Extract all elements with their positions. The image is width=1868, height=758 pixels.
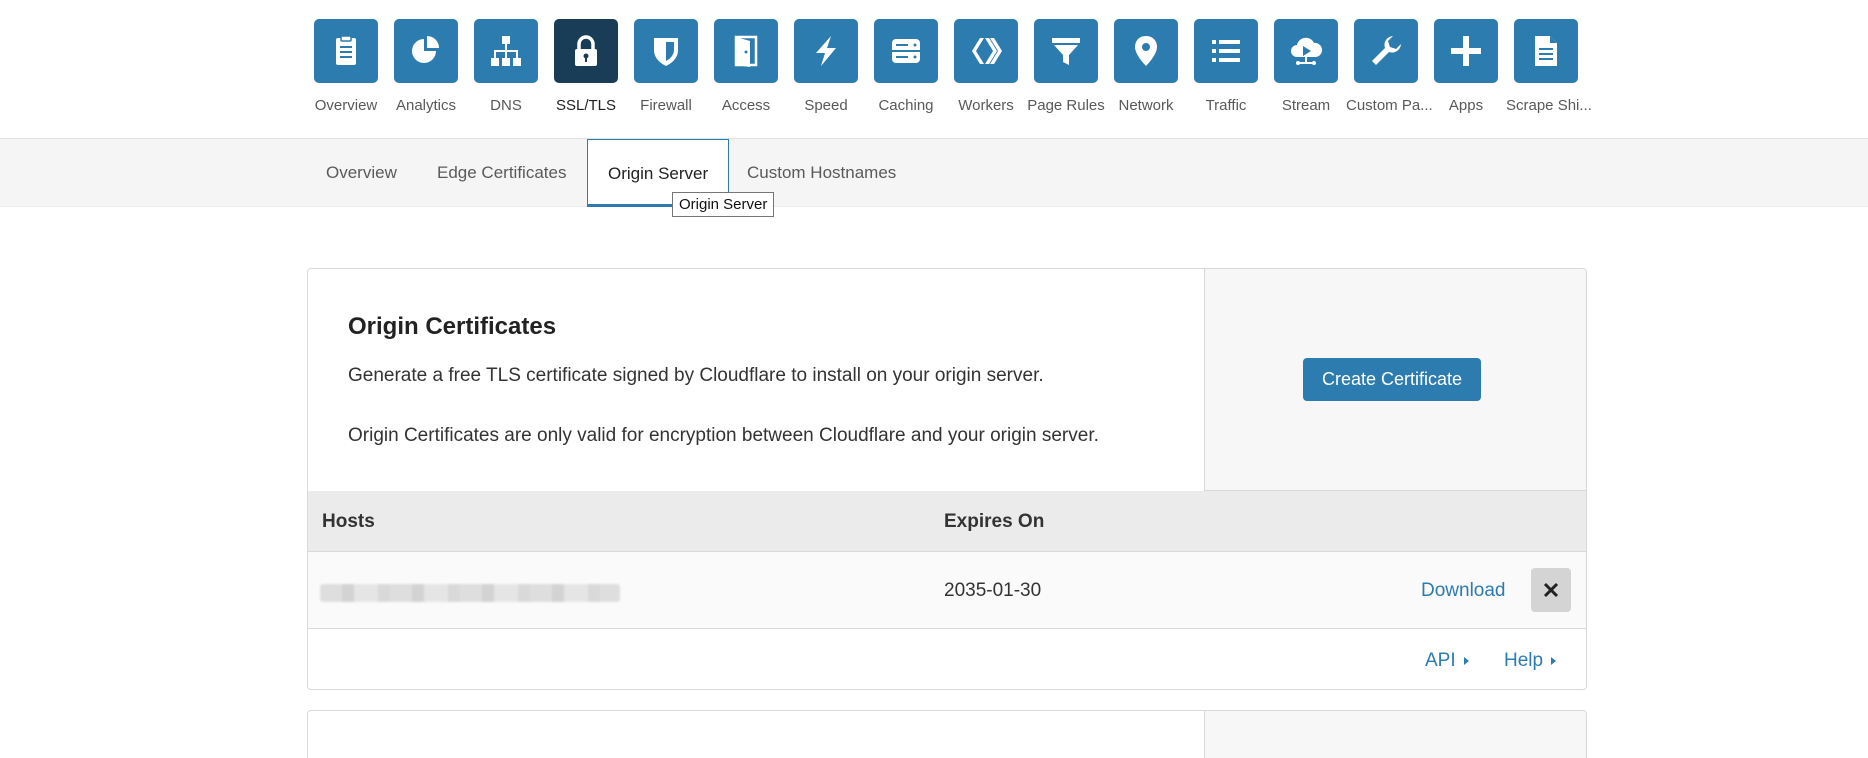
app-nav-label: Custom Pa...: [1346, 97, 1433, 114]
delete-certificate-button[interactable]: [1531, 568, 1571, 612]
app-nav-label: Overview: [314, 97, 378, 114]
help-link[interactable]: Help: [1504, 630, 1557, 689]
app-nav-label: Caching: [878, 97, 934, 114]
api-link-label: API: [1425, 650, 1456, 671]
app-nav-label: Traffic: [1205, 97, 1247, 114]
app-nav-network[interactable]: Network: [1106, 19, 1186, 114]
app-nav-scrape-shield[interactable]: Scrape Shi...: [1506, 19, 1592, 114]
wrench-icon: [1372, 36, 1401, 65]
card-description: Generate a free TLS certificate signed b…: [348, 365, 1044, 386]
app-tile: [394, 19, 458, 83]
app-tile: [1274, 19, 1338, 83]
app-nav-custom-pages[interactable]: Custom Pa...: [1346, 19, 1433, 114]
app-nav-dns[interactable]: DNS: [466, 19, 546, 114]
app-nav-page-rules[interactable]: Page Rules: [1026, 19, 1106, 114]
ssl-sub-navigation: Overview Edge Certificates Origin Server…: [0, 139, 1868, 207]
lock-icon: [575, 35, 597, 66]
app-nav-analytics[interactable]: Analytics: [386, 19, 466, 114]
app-tile: [554, 19, 618, 83]
app-nav-label: Network: [1118, 97, 1174, 114]
download-link[interactable]: Download: [1421, 552, 1506, 629]
app-navigation: Overview Analytics DNS SSL/TLS Firewall …: [0, 0, 1868, 139]
card-title: Origin Certificates: [348, 313, 557, 340]
app-nav-workers[interactable]: Workers: [946, 19, 1026, 114]
list-icon: [1212, 40, 1240, 62]
app-nav-label: Apps: [1448, 97, 1484, 114]
next-card: [307, 710, 1587, 758]
filter-icon: [1052, 38, 1080, 65]
app-tile: [714, 19, 778, 83]
app-nav-label: Speed: [804, 97, 848, 114]
app-tile: [1514, 19, 1578, 83]
lightning-icon: [816, 36, 836, 66]
host-value-redacted: [320, 584, 620, 602]
card-note: Origin Certificates are only valid for e…: [348, 425, 1099, 446]
app-nav-label: Firewall: [640, 97, 692, 114]
clipboard-icon: [336, 35, 356, 65]
app-nav-label: Page Rules: [1027, 97, 1105, 114]
document-icon: [1535, 36, 1557, 66]
tab-edge-certificates[interactable]: Edge Certificates: [417, 139, 586, 207]
app-nav-speed[interactable]: Speed: [786, 19, 866, 114]
door-icon: [734, 35, 758, 67]
card-body: Origin Certificates Generate a free TLS …: [308, 269, 1204, 491]
app-tile: [1194, 19, 1258, 83]
card-action-panel: [1204, 711, 1586, 758]
hosts-column-header: Hosts: [322, 511, 375, 532]
app-nav-label: Analytics: [395, 97, 457, 114]
plus-icon: [1451, 36, 1481, 66]
app-tile: [1034, 19, 1098, 83]
shield-icon: [654, 38, 678, 66]
card-footer: API Help: [308, 630, 1586, 689]
table-header: Hosts Expires On: [308, 491, 1586, 552]
app-tile: [794, 19, 858, 83]
app-tile: [474, 19, 538, 83]
app-nav-label: Access: [721, 97, 771, 114]
close-icon: [1543, 582, 1559, 598]
app-nav-stream[interactable]: Stream: [1266, 19, 1346, 114]
app-tile: [1114, 19, 1178, 83]
app-nav-label: Workers: [958, 97, 1014, 114]
app-nav-access[interactable]: Access: [706, 19, 786, 114]
workers-chevrons-icon: [972, 38, 1002, 64]
app-tile: [314, 19, 378, 83]
caret-right-icon: [1551, 656, 1557, 665]
app-nav-label: DNS: [490, 97, 522, 114]
tab-overview[interactable]: Overview: [306, 139, 417, 207]
app-nav-traffic[interactable]: Traffic: [1186, 19, 1266, 114]
app-tile: [1434, 19, 1498, 83]
cloud-play-icon: [1291, 37, 1323, 65]
app-nav-firewall[interactable]: Firewall: [626, 19, 706, 114]
expires-column-header: Expires On: [944, 511, 1045, 532]
app-tile: [634, 19, 698, 83]
app-nav-label: Stream: [1281, 97, 1331, 114]
app-nav-caching[interactable]: Caching: [866, 19, 946, 114]
app-nav-label: SSL/TLS: [555, 97, 617, 114]
location-pin-icon: [1135, 36, 1157, 66]
create-certificate-button[interactable]: Create Certificate: [1303, 358, 1481, 401]
table-row: 2035-01-30 Download: [308, 552, 1586, 629]
card-action-panel: Create Certificate: [1204, 269, 1586, 491]
api-link[interactable]: API: [1425, 630, 1469, 689]
expires-value: 2035-01-30: [944, 580, 1042, 601]
tab-tooltip: Origin Server: [672, 192, 775, 217]
app-nav-ssl-tls[interactable]: SSL/TLS: [546, 19, 626, 114]
origin-certificates-card: Origin Certificates Generate a free TLS …: [307, 268, 1587, 690]
app-nav-overview[interactable]: Overview: [306, 19, 386, 114]
app-tile: [874, 19, 938, 83]
caret-right-icon: [1463, 656, 1469, 665]
app-tile: [1354, 19, 1418, 83]
server-drive-icon: [892, 39, 920, 63]
help-link-label: Help: [1504, 650, 1544, 671]
app-nav-apps[interactable]: Apps: [1426, 19, 1506, 114]
app-tile: [954, 19, 1018, 83]
pie-chart-icon: [412, 36, 439, 63]
app-nav-label: Scrape Shi...: [1506, 97, 1592, 114]
network-tree-icon: [491, 36, 521, 66]
